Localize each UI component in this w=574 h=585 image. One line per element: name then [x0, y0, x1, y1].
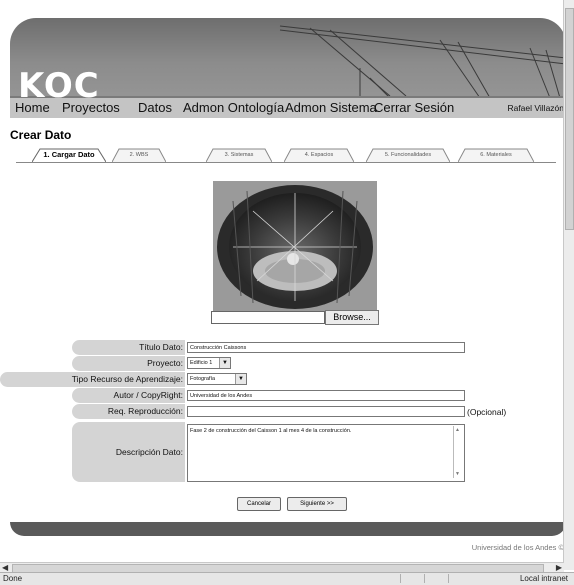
status-done: Done — [3, 574, 23, 583]
nav-item-proyectos[interactable]: Proyectos — [62, 100, 120, 115]
browser-window: KOC Home Proyectos Datos Admon Ontología… — [0, 0, 574, 585]
tab-wbs[interactable]: 2. WBS — [112, 148, 166, 162]
status-cell — [424, 574, 447, 583]
nav-item-home[interactable]: Home — [15, 100, 50, 115]
textarea-scrollbar[interactable]: ▲ ▼ — [453, 426, 463, 478]
req-reproduccion-label: Req. Reproducción: — [72, 404, 185, 419]
descripcion-textarea[interactable]: Fase 2 de construcción del Caisson 1 al … — [187, 424, 465, 482]
chevron-down-icon: ▼ — [235, 374, 246, 384]
descripcion-text: Fase 2 de construcción del Caisson 1 al … — [190, 428, 352, 434]
tab-cargar-dato[interactable]: 1. Cargar Dato — [32, 148, 106, 162]
caisson-photo — [213, 181, 377, 311]
page-title: Crear Dato — [10, 128, 72, 142]
nav-item-admon-ontologia[interactable]: Admon Ontología — [183, 100, 284, 115]
vertical-scrollbar[interactable] — [563, 0, 574, 570]
user-name: Rafael Villazón — [507, 103, 564, 113]
tab-label: 2. WBS — [129, 152, 149, 158]
autor-label: Autor / CopyRight: — [72, 388, 185, 403]
tab-label: 6. Materiales — [480, 152, 512, 158]
titulo-input[interactable]: Construcción Caissons — [187, 342, 465, 353]
proyecto-value: Edificio 1 — [190, 360, 213, 366]
proyecto-select[interactable]: Edificio 1 ▼ — [187, 357, 231, 369]
status-cell — [400, 574, 423, 583]
nav-item-admon-sistema[interactable]: Admon Sistema — [285, 100, 377, 115]
titulo-label: Título Dato: — [72, 340, 185, 355]
req-reproduccion-input[interactable] — [187, 406, 465, 417]
cancel-button[interactable]: Cancelar — [237, 497, 281, 511]
browse-button[interactable]: Browse... — [325, 310, 379, 325]
main-nav: Home Proyectos Datos Admon Ontología Adm… — [10, 98, 566, 118]
proyecto-label: Proyecto: — [72, 356, 185, 371]
status-bar: Done Local intranet — [0, 572, 574, 585]
tab-label: 5. Funcionalidades — [384, 152, 432, 158]
tab-label: 4. Espacios — [304, 152, 334, 158]
scroll-down-icon[interactable]: ▼ — [455, 471, 461, 477]
scroll-up-icon[interactable]: ▲ — [455, 427, 461, 433]
descripcion-label: Descripción Dato: — [72, 422, 185, 482]
chevron-down-icon: ▼ — [219, 358, 230, 368]
status-cell — [448, 574, 471, 583]
tab-label: 3. Sistemas — [224, 152, 254, 158]
tipo-recurso-label: Tipo Recurso de Aprendizaje: — [0, 372, 185, 387]
tipo-recurso-select[interactable]: Fotografía ▼ — [187, 373, 247, 385]
tab-divider — [16, 162, 556, 163]
tab-espacios[interactable]: 4. Espacios — [284, 148, 354, 162]
tipo-recurso-value: Fotografía — [190, 376, 216, 382]
tab-sistemas[interactable]: 3. Sistemas — [206, 148, 272, 162]
opcional-note: (Opcional) — [467, 407, 507, 417]
nav-item-datos[interactable]: Datos — [138, 100, 172, 115]
uploaded-photo-preview — [213, 181, 377, 311]
wizard-tabs: 1. Cargar Dato 2. WBS 3. Sistemas 4. Esp… — [16, 148, 556, 168]
autor-input[interactable]: Universidad de los Andes — [187, 390, 465, 401]
footer-copyright: Universidad de los Andes © — [471, 543, 564, 552]
footer-bar — [10, 522, 566, 536]
status-zone: Local intranet — [519, 574, 568, 583]
file-path-input[interactable] — [211, 311, 325, 324]
tab-funcionalidades[interactable]: 5. Funcionalidades — [366, 148, 450, 162]
tab-label: 1. Cargar Dato — [43, 150, 95, 159]
next-button[interactable]: Siguiente >> — [287, 497, 347, 511]
vertical-scroll-thumb[interactable] — [565, 8, 574, 230]
tab-materiales[interactable]: 6. Materiales — [458, 148, 534, 162]
nav-item-cerrar-sesion[interactable]: Cerrar Sesión — [374, 100, 454, 115]
